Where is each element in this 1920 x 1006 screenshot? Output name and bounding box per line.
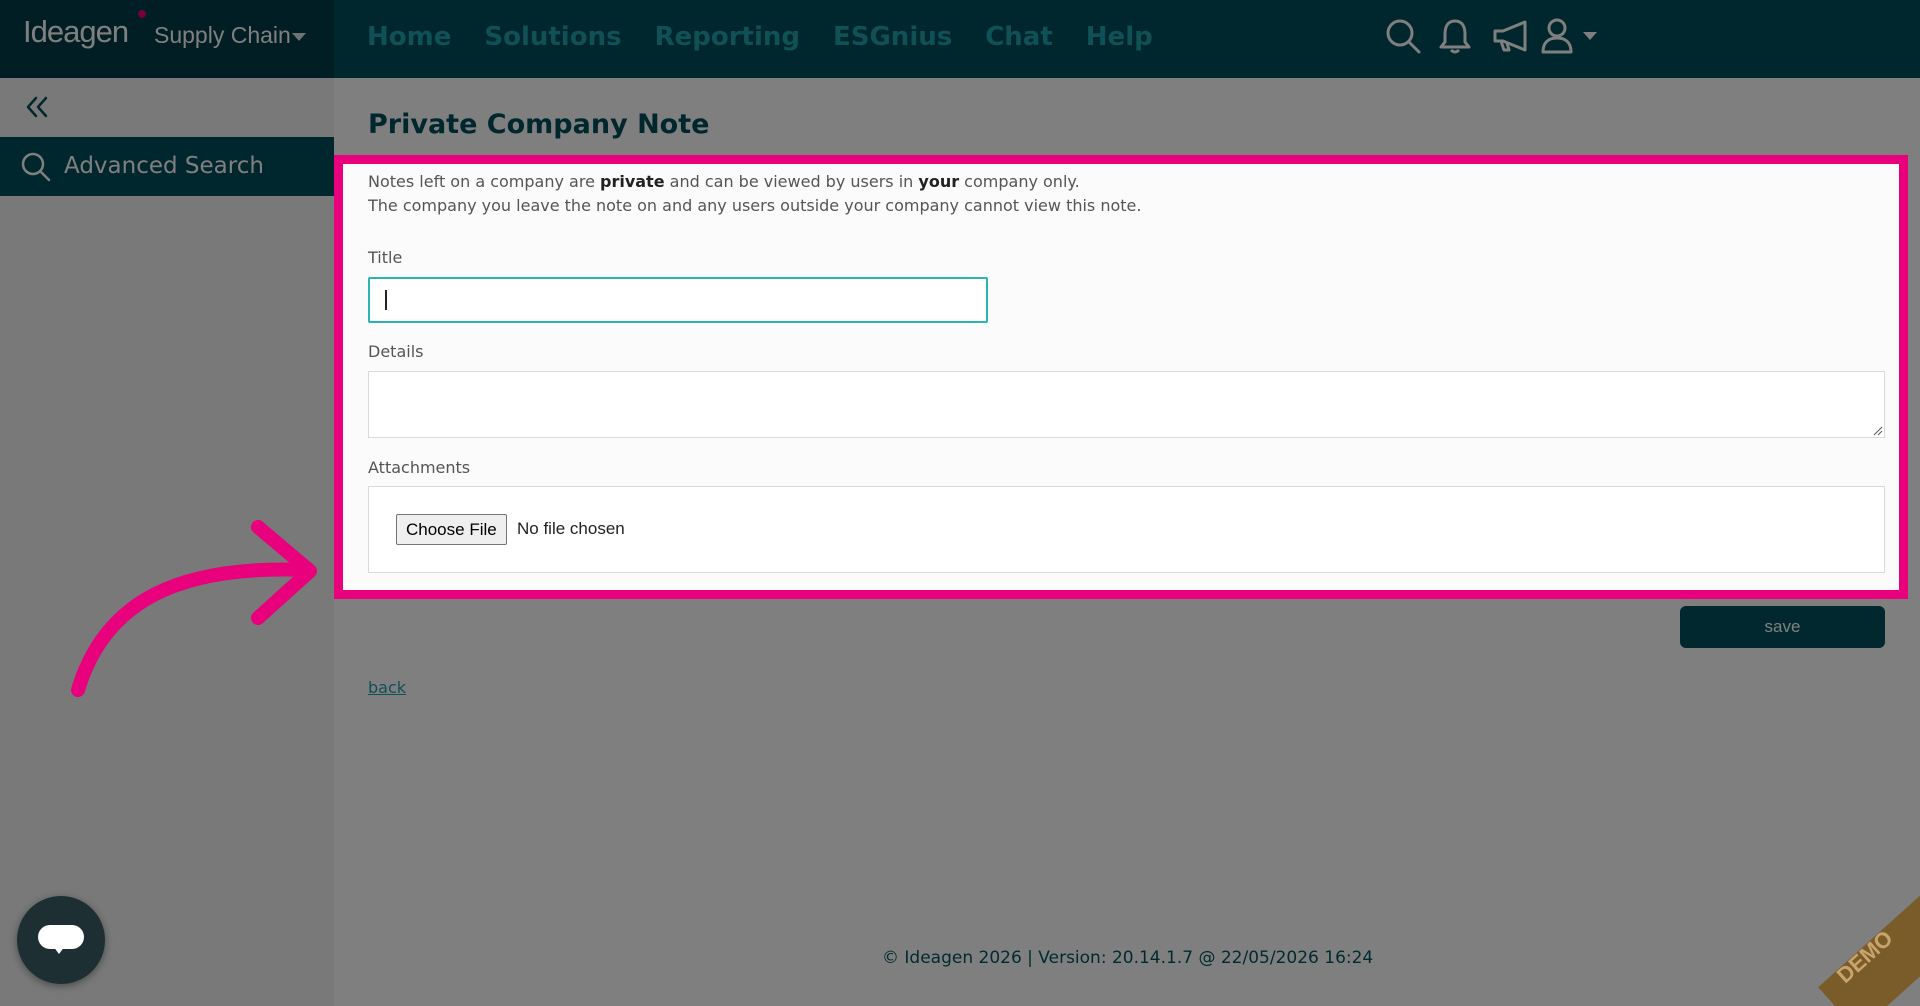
user-icon[interactable] xyxy=(1540,16,1580,56)
nav-chat[interactable]: Chat xyxy=(985,18,1053,56)
sidebar-item-advanced-search[interactable]: Advanced Search xyxy=(0,137,334,196)
top-bar: Ideagen Supply Chain Home Solutions Repo… xyxy=(0,0,1920,78)
demo-ribbon: DEMO xyxy=(1780,886,1920,1006)
bell-icon[interactable] xyxy=(1435,16,1475,56)
chat-bubble-tail xyxy=(53,946,65,954)
details-label: Details xyxy=(368,342,424,361)
back-link[interactable]: back xyxy=(368,678,406,697)
text-cursor xyxy=(385,290,387,310)
nav-esgnius[interactable]: ESGnius xyxy=(833,18,952,56)
details-textarea[interactable] xyxy=(368,371,1885,438)
privacy-info-line1: Notes left on a company are private and … xyxy=(368,172,1080,191)
sidebar: Advanced Search xyxy=(0,78,334,1006)
choose-file-button[interactable]: Choose File xyxy=(396,514,507,545)
nav-reporting[interactable]: Reporting xyxy=(655,18,800,56)
product-name: Supply Chain xyxy=(154,22,291,48)
nav-solutions[interactable]: Solutions xyxy=(484,18,621,56)
privacy-info-line2: The company you leave the note on and an… xyxy=(368,196,1142,215)
nav-help[interactable]: Help xyxy=(1086,18,1153,56)
nav-home[interactable]: Home xyxy=(367,18,451,56)
user-chevron-down-icon[interactable] xyxy=(1582,30,1598,42)
title-label: Title xyxy=(368,248,403,267)
collapse-sidebar-icon[interactable] xyxy=(22,92,52,122)
chevron-down-icon[interactable] xyxy=(292,33,306,41)
form-layer: Notes left on a company are private and … xyxy=(334,78,1920,1006)
resize-grip-icon[interactable] xyxy=(1873,426,1883,436)
main-nav: Home Solutions Reporting ESGnius Chat He… xyxy=(367,18,1153,56)
megaphone-icon[interactable] xyxy=(1491,16,1531,56)
brand-menu[interactable]: Ideagen Supply Chain xyxy=(0,0,334,78)
logo-spark-icon xyxy=(138,10,146,18)
save-button[interactable]: save xyxy=(1680,606,1885,648)
search-icon xyxy=(21,152,51,182)
ideagen-logo: Ideagen xyxy=(23,14,129,49)
title-input[interactable] xyxy=(368,277,988,323)
attachments-box: Choose File No file chosen xyxy=(368,486,1885,573)
sidebar-item-label: Advanced Search xyxy=(64,153,264,179)
search-icon[interactable] xyxy=(1383,16,1423,56)
attachments-label: Attachments xyxy=(368,458,471,477)
no-file-chosen-text: No file chosen xyxy=(517,519,625,538)
chat-widget-button[interactable] xyxy=(17,896,105,984)
